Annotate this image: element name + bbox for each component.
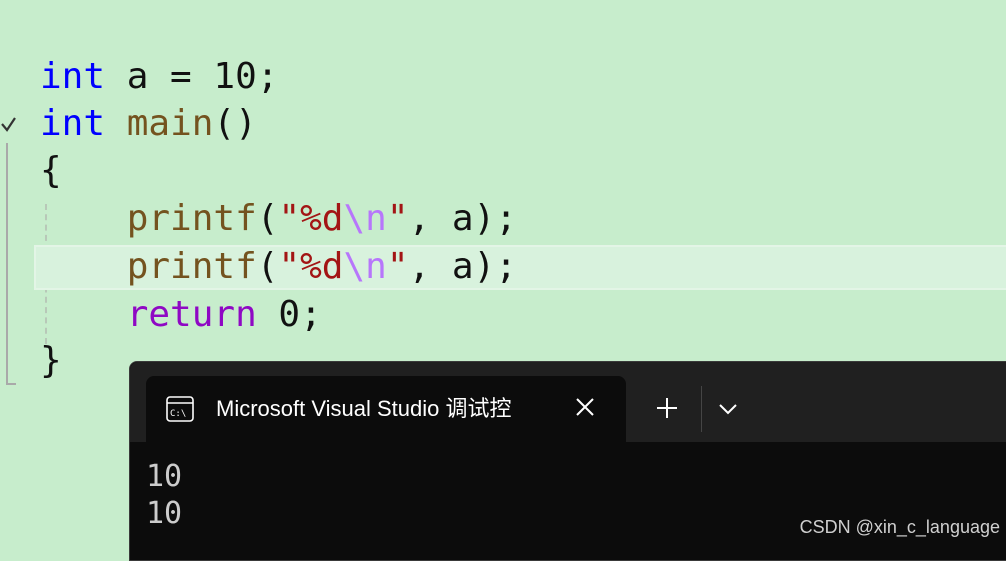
function-token: printf [126,198,257,239]
function-token: printf [126,246,257,287]
string-token: " [386,198,409,239]
function-token: main [126,103,214,144]
code-token: 0; [256,294,322,335]
tab-title: Microsoft Visual Studio 调试控 [216,396,512,421]
escape-token: \n [343,198,387,239]
brace-token: { [40,150,62,191]
code-token: () [213,103,257,144]
brace-token: } [40,340,62,381]
keyword-token: return [126,294,257,335]
string-token: " [386,246,409,287]
plus-icon[interactable] [654,395,680,421]
code-line-6[interactable]: return 0; [40,292,322,338]
code-token: ( [256,198,279,239]
code-line-3[interactable]: { [40,148,62,194]
escape-token: \n [343,246,387,287]
code-token: ( [256,246,279,287]
output-line: 10 [146,459,183,494]
output-line: 10 [146,496,183,531]
keyword-token: int [40,56,106,97]
code-line-7[interactable]: } [40,338,62,384]
fold-guide [6,143,8,383]
fold-guide-end [6,383,16,385]
code-line-4[interactable]: printf("%d\n", a); [40,196,517,242]
console-icon: C:\ [166,396,194,422]
terminal-titlebar[interactable]: C:\ Microsoft Visual Studio 调试控 [130,362,1006,442]
watermark: CSDN @xin_c_language [799,517,1000,537]
string-token: "%d [278,246,344,287]
fold-check-icon[interactable] [0,108,18,138]
terminal-tab[interactable]: C:\ Microsoft Visual Studio 调试控 [146,376,626,442]
chevron-down-icon[interactable] [716,399,740,419]
svg-text:C:\: C:\ [170,409,186,419]
code-line-1[interactable]: int a = 10; [40,54,278,100]
titlebar-divider [701,386,702,432]
code-token: a = 10; [105,56,279,97]
keyword-token: int [40,103,106,144]
close-icon[interactable] [572,394,598,420]
string-token: "%d [278,198,344,239]
code-line-5[interactable]: printf("%d\n", a); [40,244,517,290]
code-token: , a); [408,246,517,287]
code-line-2[interactable]: int main() [40,101,257,147]
code-token: , a); [408,198,517,239]
terminal-output[interactable]: 10 10 [146,458,182,532]
